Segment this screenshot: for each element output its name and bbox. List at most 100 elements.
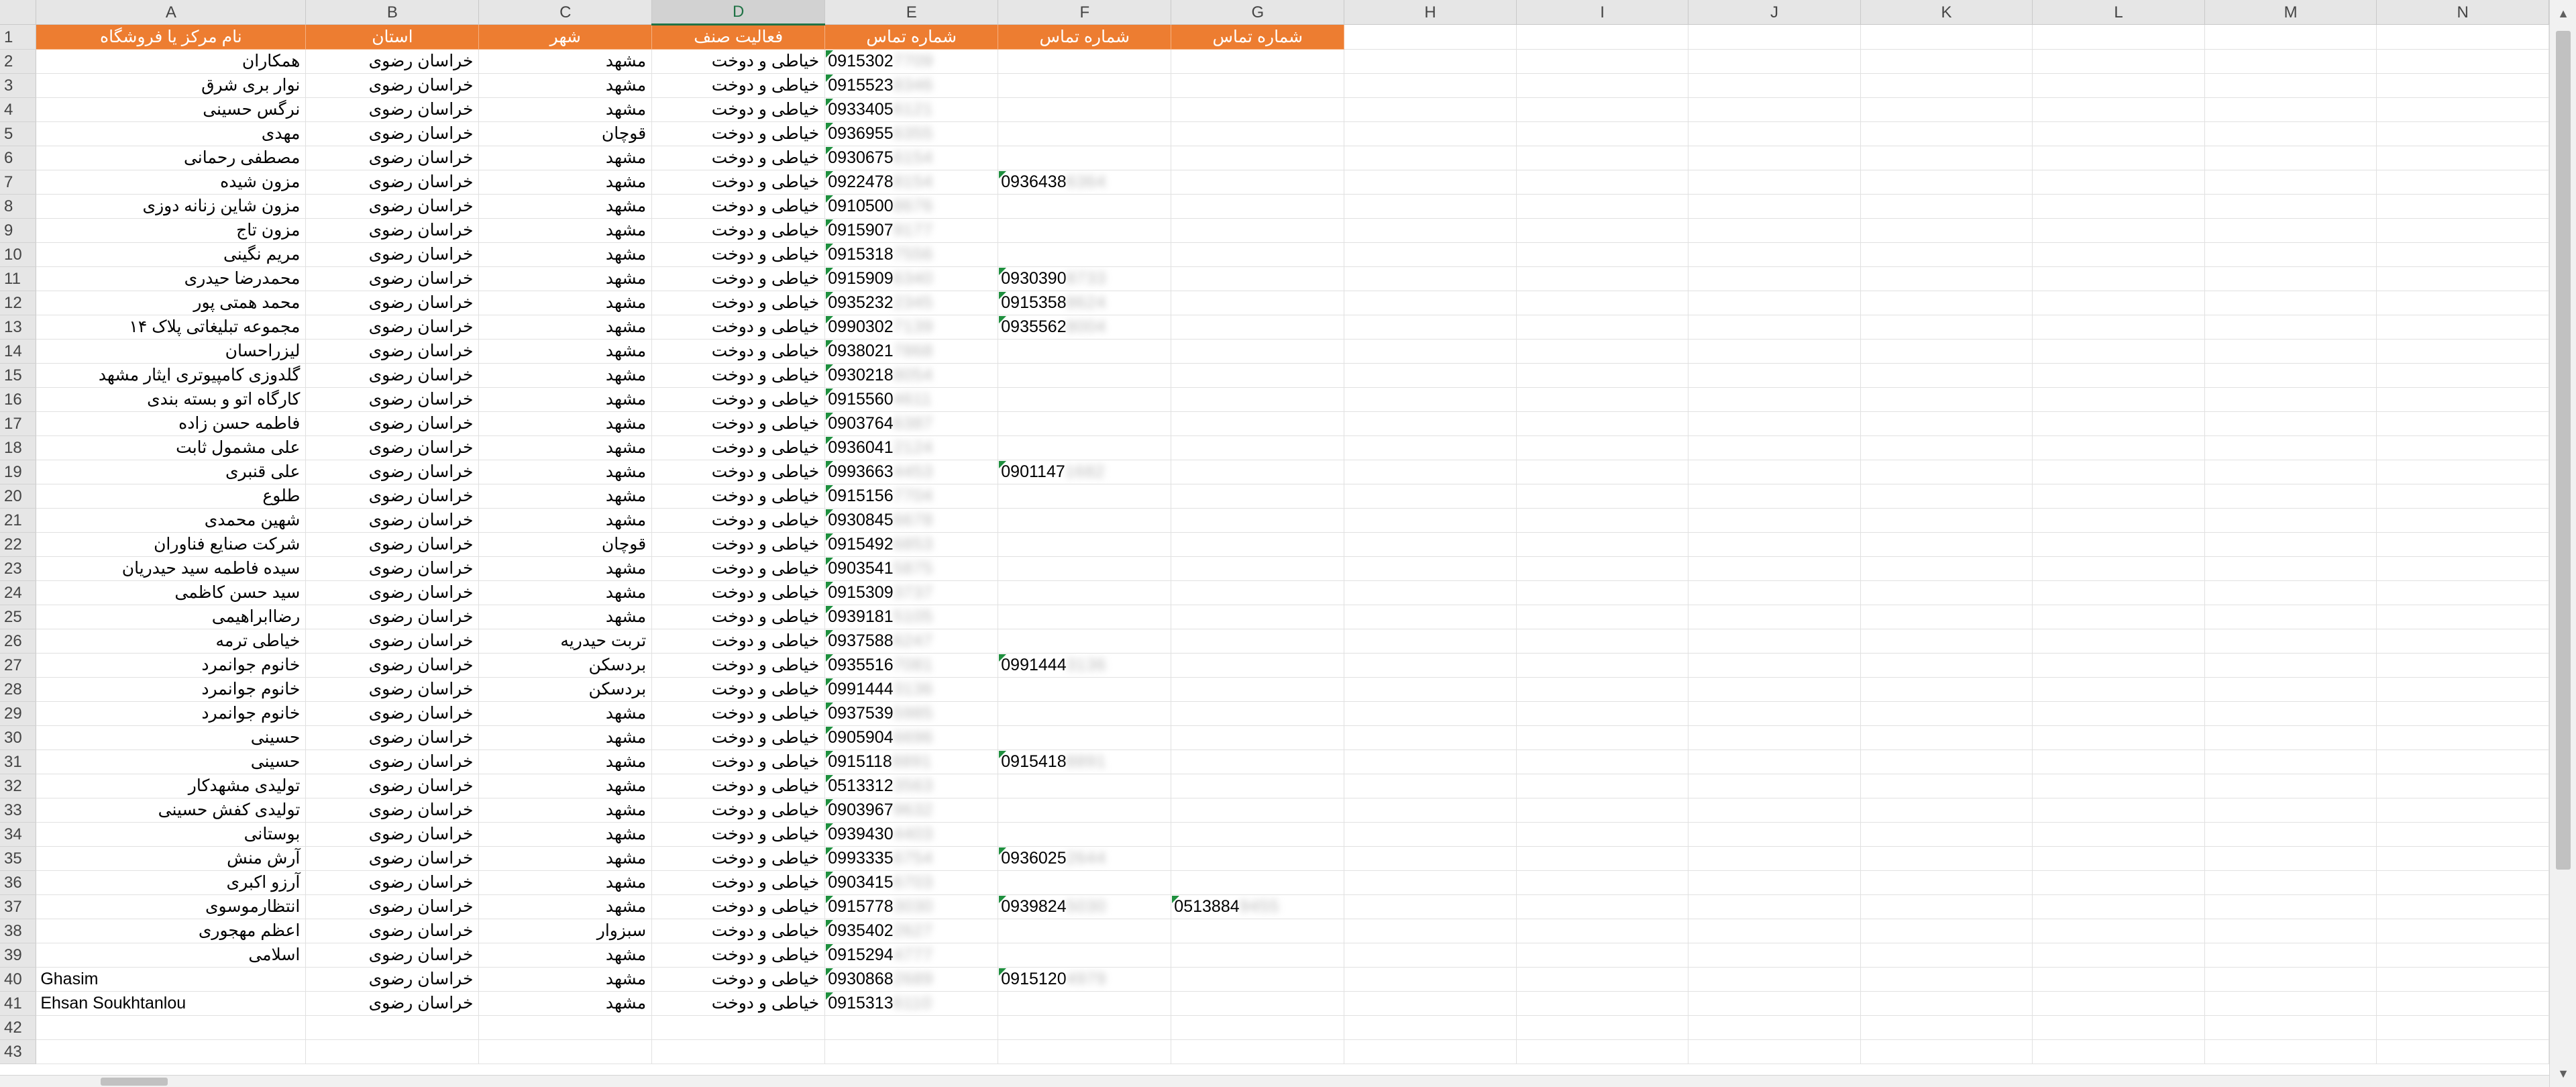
cell-table[interactable]: A B C D E F G H I J K L M N 1 نام مرکز یا فروشگاه استان ش… <box>0 0 2549 1064</box>
province-cell[interactable]: خراسان رضوی <box>305 677 480 702</box>
empty-cell[interactable] <box>1860 146 2033 170</box>
province-cell[interactable]: خراسان رضوی <box>305 242 480 267</box>
empty-cell[interactable] <box>1516 653 1689 678</box>
row-header[interactable]: 19 <box>0 460 37 484</box>
empty-cell[interactable] <box>1516 121 1689 146</box>
province-cell[interactable]: خراسان رضوی <box>305 967 480 992</box>
empty-cell[interactable] <box>1688 919 1861 943</box>
empty-cell[interactable] <box>1860 73 2033 98</box>
phone-cell[interactable] <box>998 484 1172 509</box>
empty-cell[interactable] <box>1860 484 2033 509</box>
empty-cell[interactable] <box>1344 580 1517 605</box>
header-cell-f[interactable]: شماره تماس <box>998 24 1172 50</box>
phone-cell[interactable]: 09157783030 <box>824 894 999 919</box>
empty-cell[interactable] <box>1171 1039 1345 1064</box>
province-cell[interactable]: خراسان رضوی <box>305 339 480 364</box>
phone-cell[interactable]: 09302188054 <box>824 363 999 388</box>
phone-cell[interactable]: 09059046696 <box>824 725 999 750</box>
empty-cell[interactable] <box>2376 1015 2549 1040</box>
row-header[interactable]: 4 <box>0 97 37 122</box>
province-cell[interactable]: خراسان رضوی <box>305 315 480 340</box>
empty-cell[interactable] <box>1516 870 1689 895</box>
empty-cell[interactable] <box>2204 967 2377 992</box>
empty-cell[interactable] <box>2204 242 2377 267</box>
phone-cell[interactable]: 09151204979 <box>998 967 1172 992</box>
phone-cell[interactable] <box>998 870 1172 895</box>
city-cell[interactable]: مشهد <box>478 194 653 219</box>
empty-cell[interactable] <box>2032 73 2205 98</box>
empty-cell[interactable] <box>1516 605 1689 629</box>
column-header-d[interactable]: D <box>651 0 826 25</box>
empty-cell[interactable] <box>1516 1015 1689 1040</box>
activity-cell[interactable]: خیاطی و دوخت <box>651 870 826 895</box>
row-header[interactable]: 3 <box>0 73 37 98</box>
phone-cell[interactable]: 09039679632 <box>824 798 999 823</box>
province-cell[interactable]: خراسان رضوی <box>305 749 480 774</box>
empty-cell[interactable] <box>1516 411 1689 436</box>
phone-cell[interactable]: 09308456678 <box>824 508 999 533</box>
empty-cell[interactable] <box>2204 991 2377 1016</box>
phone-cell[interactable] <box>998 605 1172 629</box>
row-header[interactable]: 17 <box>0 411 37 436</box>
city-cell[interactable]: مشهد <box>478 822 653 847</box>
activity-cell[interactable]: خیاطی و دوخت <box>651 798 826 823</box>
empty-cell[interactable] <box>1860 991 2033 1016</box>
empty-cell[interactable] <box>1344 315 1517 340</box>
row-header[interactable]: 11 <box>0 266 37 291</box>
empty-cell[interactable] <box>1860 218 2033 243</box>
phone-cell[interactable]: 09360252644 <box>998 846 1172 871</box>
empty-cell[interactable] <box>2376 943 2549 968</box>
row-header[interactable]: 41 <box>0 991 37 1016</box>
empty-cell[interactable] <box>1688 242 1861 267</box>
city-cell[interactable]: مشهد <box>478 605 653 629</box>
empty-cell[interactable] <box>1344 991 1517 1016</box>
name-cell[interactable]: خانوم جوانمرد <box>36 701 307 726</box>
city-cell[interactable]: مشهد <box>478 242 653 267</box>
activity-cell[interactable]: خیاطی و دوخت <box>651 508 826 533</box>
empty-cell[interactable] <box>1516 967 1689 992</box>
row-header[interactable]: 21 <box>0 508 37 533</box>
empty-cell[interactable] <box>1860 774 2033 798</box>
name-cell[interactable]: مزون تاج <box>36 218 307 243</box>
empty-cell[interactable] <box>2204 629 2377 654</box>
phone-cell[interactable] <box>1171 991 1345 1016</box>
row-header[interactable]: 43 <box>0 1039 37 1064</box>
empty-cell[interactable] <box>2032 218 2205 243</box>
empty-cell[interactable] <box>1688 363 1861 388</box>
phone-cell[interactable]: 09914443136 <box>824 677 999 702</box>
empty-cell[interactable] <box>2376 218 2549 243</box>
row-header[interactable]: 15 <box>0 363 37 388</box>
activity-cell[interactable]: خیاطی و دوخت <box>651 919 826 943</box>
city-cell[interactable]: مشهد <box>478 170 653 195</box>
row-header[interactable]: 9 <box>0 218 37 243</box>
name-cell[interactable]: علی قنبری <box>36 460 307 484</box>
phone-cell[interactable] <box>998 146 1172 170</box>
province-cell[interactable]: خراسان رضوی <box>305 822 480 847</box>
empty-cell[interactable] <box>1516 170 1689 195</box>
empty-cell[interactable] <box>2204 484 2377 509</box>
empty-cell[interactable] <box>1344 460 1517 484</box>
city-cell[interactable]: مشهد <box>478 49 653 74</box>
empty-cell[interactable] <box>2376 266 2549 291</box>
phone-cell[interactable] <box>1171 919 1345 943</box>
empty-cell[interactable] <box>2204 556 2377 581</box>
row-header[interactable]: 28 <box>0 677 37 702</box>
city-cell[interactable]: مشهد <box>478 556 653 581</box>
empty-cell[interactable] <box>478 1015 653 1040</box>
name-cell[interactable]: محمد همتی پور <box>36 291 307 315</box>
city-cell[interactable]: مشهد <box>478 363 653 388</box>
empty-cell[interactable] <box>2376 121 2549 146</box>
empty-cell[interactable] <box>1860 49 2033 74</box>
empty-cell[interactable] <box>824 1039 999 1064</box>
empty-cell[interactable] <box>2376 435 2549 460</box>
phone-cell[interactable] <box>998 242 1172 267</box>
empty-cell[interactable] <box>1688 749 1861 774</box>
name-cell[interactable]: مهدی <box>36 121 307 146</box>
activity-cell[interactable]: خیاطی و دوخت <box>651 363 826 388</box>
empty-cell[interactable] <box>2376 580 2549 605</box>
empty-cell[interactable] <box>1688 24 1861 50</box>
empty-cell[interactable] <box>1344 24 1517 50</box>
city-cell[interactable]: مشهد <box>478 411 653 436</box>
empty-cell[interactable] <box>1860 387 2033 412</box>
phone-cell[interactable] <box>998 532 1172 557</box>
